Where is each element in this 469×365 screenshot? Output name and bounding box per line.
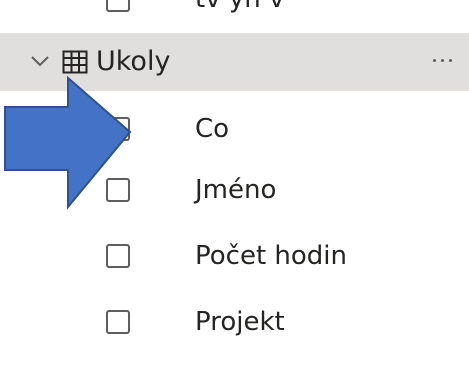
field-label: Jméno [195,175,277,205]
previous-field-checkbox[interactable] [106,0,130,12]
more-options-button[interactable] [424,45,464,75]
field-checkbox[interactable] [106,244,130,268]
more-dot-2 [441,59,444,62]
field-row-pocet-hodin[interactable]: Počet hodin [0,231,469,283]
fields-pane: tv yh v Ukoly Co Jméno Počet hodin [0,0,469,365]
arrow-right-icon [4,75,132,210]
previous-field-label: tv yh v [195,0,284,12]
table-icon [62,50,88,74]
field-label: Co [195,114,230,144]
previous-field-row[interactable]: tv yh v [0,0,469,18]
table-name: Ukoly [96,46,171,77]
field-row-projekt[interactable]: Projekt [0,297,469,349]
field-label: Počet hodin [195,241,348,271]
field-checkbox[interactable] [106,310,130,334]
field-label: Projekt [195,307,285,337]
chevron-down-icon[interactable] [30,54,50,68]
more-dot-1 [433,59,436,62]
more-dot-3 [449,59,452,62]
